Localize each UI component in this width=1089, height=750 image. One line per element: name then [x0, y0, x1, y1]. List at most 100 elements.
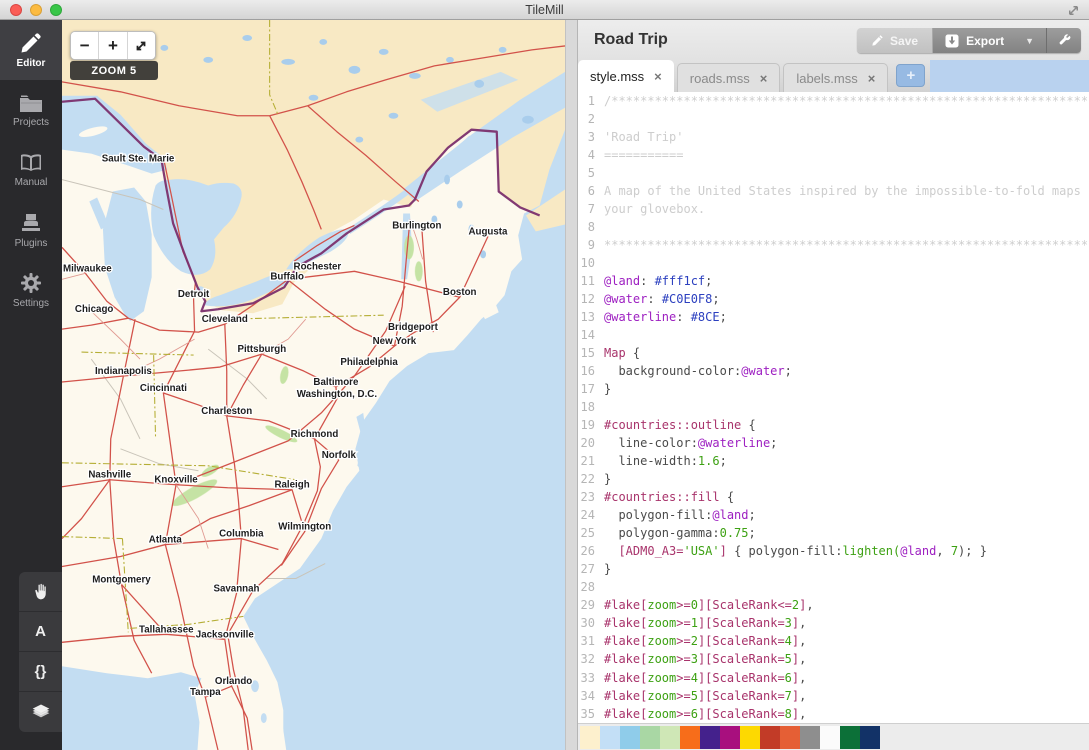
new-tab-highlight-strip[interactable] — [930, 60, 1089, 92]
palette-swatch[interactable] — [660, 726, 680, 749]
code-line: 14 — [578, 326, 1089, 344]
city-label: Buffalo — [270, 271, 304, 282]
city-label: Orlando — [215, 676, 252, 687]
map-preview[interactable]: Sault Ste. MarieMilwaukeeChicagoDetroitC… — [62, 20, 565, 750]
sidebar: Editor Projects Manual Plugins — [0, 20, 62, 750]
project-settings-button[interactable] — [1047, 28, 1081, 53]
code-line: 22} — [578, 470, 1089, 488]
city-label: Columbia — [219, 528, 264, 539]
palette-swatch[interactable] — [780, 726, 800, 749]
code-line: 18 — [578, 398, 1089, 416]
line-number: 35 — [578, 705, 604, 723]
palette-swatch[interactable] — [580, 726, 600, 749]
save-button[interactable]: Save — [857, 28, 933, 53]
city-label: Cleveland — [202, 314, 248, 325]
palette-swatch[interactable] — [820, 726, 840, 749]
palette-swatch[interactable] — [740, 726, 760, 749]
line-number: 32 — [578, 650, 604, 668]
pencil-icon — [871, 34, 884, 47]
zoom-in-button[interactable]: + — [99, 32, 127, 59]
window-title: TileMill — [0, 3, 1089, 17]
code-line: 24 polygon-fill:@land; — [578, 506, 1089, 524]
palette-swatch[interactable] — [800, 726, 820, 749]
braces-icon: {} — [35, 663, 47, 680]
palette-swatch[interactable] — [640, 726, 660, 749]
close-icon[interactable]: × — [868, 71, 876, 86]
line-number: 33 — [578, 669, 604, 687]
fonts-tool-button[interactable]: A — [19, 612, 62, 652]
pencil-icon — [19, 31, 43, 55]
palette-swatch[interactable] — [680, 726, 700, 749]
code-line: 9***************************************… — [578, 236, 1089, 254]
line-number: 26 — [578, 542, 604, 560]
export-button[interactable]: Export ▼ — [933, 28, 1047, 53]
chevron-down-icon: ▼ — [1025, 36, 1034, 46]
code-editor[interactable]: 1/**************************************… — [578, 92, 1089, 723]
line-number: 5 — [578, 164, 604, 182]
tab-style-mss[interactable]: style.mss × — [578, 60, 674, 92]
expand-diagonal-icon — [134, 39, 148, 53]
sidebar-item-settings[interactable]: Settings — [0, 260, 62, 320]
sidebar-item-projects[interactable]: Projects — [0, 80, 62, 140]
panel-divider[interactable] — [565, 20, 578, 750]
code-line: 8 — [578, 218, 1089, 236]
palette-swatch[interactable] — [600, 726, 620, 749]
title-bar: TileMill — [0, 0, 1089, 20]
code-line: 23#countries::fill { — [578, 488, 1089, 506]
palette-swatch[interactable] — [860, 726, 880, 749]
city-label: Raleigh — [274, 480, 309, 491]
city-label: Boston — [443, 287, 477, 298]
line-number: 16 — [578, 362, 604, 380]
carto-reference-tool-button[interactable]: {} — [19, 652, 62, 692]
code-line: 6A map of the United States inspired by … — [578, 182, 1089, 200]
close-icon[interactable]: × — [760, 71, 768, 86]
line-number: 29 — [578, 596, 604, 614]
code-line: 26 [ADM0_A3='USA'] { polygon-fill:lighte… — [578, 542, 1089, 560]
city-label: Tampa — [190, 687, 221, 698]
tab-labels-mss[interactable]: labels.mss × — [783, 63, 888, 92]
code-line: 4=========== — [578, 146, 1089, 164]
city-label: Savannah — [213, 583, 259, 594]
city-label: Baltimore — [313, 377, 358, 388]
code-line: 15Map { — [578, 344, 1089, 362]
sidebar-item-editor[interactable]: Editor — [0, 20, 62, 80]
sidebar-item-plugins[interactable]: Plugins — [0, 200, 62, 260]
line-number: 23 — [578, 488, 604, 506]
pan-tool-button[interactable] — [19, 572, 62, 612]
fullscreen-icon[interactable] — [1066, 3, 1081, 18]
code-line: 32#lake[zoom>=3][ScaleRank=5], — [578, 650, 1089, 668]
city-label: Knoxville — [154, 475, 198, 486]
tab-label: labels.mss — [796, 71, 857, 86]
palette-swatch[interactable] — [840, 726, 860, 749]
city-label: Norfolk — [322, 450, 357, 461]
palette-swatch[interactable] — [760, 726, 780, 749]
city-label: Milwaukee — [63, 263, 112, 274]
city-label: Wilmington — [278, 522, 331, 533]
layers-tool-button[interactable] — [19, 692, 62, 732]
save-label: Save — [890, 34, 918, 48]
line-number: 19 — [578, 416, 604, 434]
close-icon[interactable]: × — [654, 69, 662, 84]
code-line: 13@waterline: #8CE; — [578, 308, 1089, 326]
code-line: 11@land: #fff1cf; — [578, 272, 1089, 290]
tab-roads-mss[interactable]: roads.mss × — [677, 63, 781, 92]
palette-swatch[interactable] — [700, 726, 720, 749]
line-number: 13 — [578, 308, 604, 326]
tab-bar: style.mss × roads.mss × labels.mss × + — [578, 60, 1089, 92]
city-label: Indianapolis — [95, 366, 152, 377]
line-number: 9 — [578, 236, 604, 254]
add-stylesheet-button[interactable]: + — [896, 64, 925, 87]
zoom-out-button[interactable]: − — [71, 32, 99, 59]
sidebar-item-manual[interactable]: Manual — [0, 140, 62, 200]
line-number: 27 — [578, 560, 604, 578]
palette-swatch[interactable] — [620, 726, 640, 749]
palette-swatch[interactable] — [720, 726, 740, 749]
map-fullscreen-button[interactable] — [128, 32, 155, 59]
line-number: 30 — [578, 614, 604, 632]
book-icon — [18, 152, 44, 174]
line-number: 28 — [578, 578, 604, 596]
line-number: 1 — [578, 92, 604, 110]
map-canvas[interactable]: Sault Ste. MarieMilwaukeeChicagoDetroitC… — [62, 20, 565, 750]
city-label: Montgomery — [92, 574, 151, 585]
line-number: 10 — [578, 254, 604, 272]
